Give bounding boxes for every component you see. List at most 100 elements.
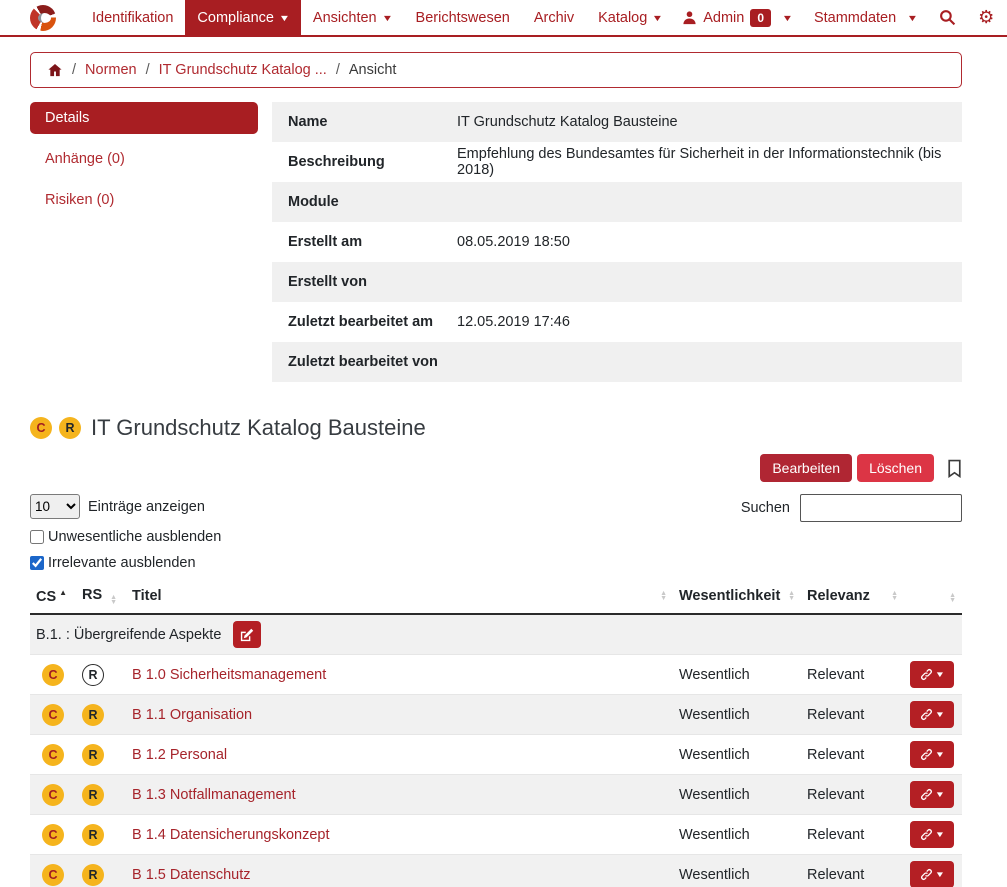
hide-unwesentliche-checkbox[interactable] [30,530,44,544]
link-icon [920,788,933,801]
hide-irrelevante-label[interactable]: Irrelevante ausblenden [48,555,196,571]
row-title-link[interactable]: B 1.2 Personal [132,747,227,763]
cs-badge: C [42,743,64,766]
nav-item-label: Katalog [598,9,648,26]
tab-risiken[interactable]: Risiken (0) [30,184,258,216]
nav-item-berichtswesen[interactable]: Berichtswesen [404,0,522,36]
row-title-link[interactable]: B 1.5 Datenschutz [132,867,251,883]
detail-label: Erstellt am [288,234,363,250]
rs-badge: R [82,823,104,846]
tab-details[interactable]: Details [30,102,258,134]
relevanz-value: Relevant [807,826,865,843]
breadcrumb-separator: / [72,62,77,78]
nav-item-label: Ansichten [312,9,377,26]
group-edit-button[interactable] [233,621,262,648]
link-action-button[interactable]: ▼ [910,781,954,808]
chevron-down-icon: ▼ [934,750,946,759]
search-label: Suchen [740,500,790,516]
table-row: C R B 1.5 Datenschutz Wesentlich Relevan… [30,854,962,887]
user-name: Admin [703,9,745,26]
detail-row-erstellt-von: Erstellt von [272,262,962,302]
nav-item-archiv[interactable]: Archiv [522,0,586,36]
row-title-link[interactable]: B 1.4 Datensicherungskonzept [132,827,330,843]
rs-badge: R [82,703,104,726]
link-action-button[interactable]: ▼ [910,741,954,768]
relevanz-value: Relevant [807,866,865,883]
column-header-label: RS [82,587,103,603]
breadcrumb-link-normen[interactable]: Normen [85,62,137,78]
edit-button[interactable]: Bearbeiten [760,454,853,482]
chevron-down-icon: ▼ [934,790,946,799]
nav-item-compliance[interactable]: Compliance ▼ [185,0,301,36]
nav-item-katalog[interactable]: Katalog ▼ [586,0,674,36]
column-header-label: Wesentlichkeit [679,588,781,604]
nav-item-stammdaten[interactable]: Stammdaten ▼ [806,10,925,26]
detail-row-erstellt-am: Erstellt am 08.05.2019 18:50 [272,222,962,262]
settings-menu[interactable]: ⚙ ▼ [970,7,1007,28]
detail-label: Module [288,194,339,210]
detail-row-bearbeitet-am: Zuletzt bearbeitet am 12.05.2019 17:46 [272,302,962,342]
wesentlichkeit-value: Wesentlich [679,786,750,803]
badge-letter: R [88,827,98,842]
row-title-link[interactable]: B 1.3 Notfallmanagement [132,787,296,803]
column-header-wesentlichkeit[interactable]: Wesentlichkeit ▲ ▼ [673,579,801,615]
breadcrumb-link-katalog[interactable]: IT Grundschutz Katalog ... [159,62,327,78]
table-row: C R B 1.1 Organisation Wesentlich Releva… [30,694,962,735]
search-input[interactable] [800,494,962,522]
home-icon[interactable] [47,63,63,78]
search-icon [939,9,956,26]
sort-icon: ▲ ▼ [788,590,795,602]
link-action-button[interactable]: ▼ [910,701,954,728]
badge-letter: C [48,827,58,842]
user-menu[interactable]: Admin 0 ▼ [674,8,800,27]
sort-icon: ▲ ▼ [949,591,956,604]
compliance-badge: C [30,417,52,439]
entries-label: Einträge anzeigen [88,498,205,515]
badge-letter: R [88,667,98,682]
chevron-down-icon: ▼ [906,12,919,23]
table-header-row: CS ▲ RS ▲ ▼ Titel ▲ ▼ Wesentlichkeit ▲ ▼ Releva… [30,579,962,615]
chevron-down-icon: ▼ [934,670,946,679]
wesentlichkeit-value: Wesentlich [679,866,750,883]
nav-item-identifikation[interactable]: Identifikation [80,0,185,36]
link-action-button[interactable]: ▼ [910,861,954,887]
column-header-actions[interactable]: ▲ ▼ [904,579,962,615]
wesentlichkeit-value: Wesentlich [679,826,750,843]
hide-irrelevante-checkbox[interactable] [30,556,44,570]
delete-button[interactable]: Löschen [857,454,934,482]
row-title-link[interactable]: B 1.0 Sicherheitsmanagement [132,667,326,683]
detail-value: 12.05.2019 17:46 [457,314,570,330]
hide-unwesentliche-label[interactable]: Unwesentliche ausblenden [48,529,221,545]
column-header-label: Titel [132,588,162,604]
link-icon [920,668,933,681]
detail-value: 08.05.2019 18:50 [457,234,570,250]
row-title-link[interactable]: B 1.1 Organisation [132,707,252,723]
column-header-cs[interactable]: CS ▲ [30,579,76,615]
nav-item-ansichten[interactable]: Ansichten ▼ [301,0,404,36]
table-row: C R B 1.4 Datensicherungskonzept Wesentl… [30,814,962,855]
cs-badge: C [42,663,64,686]
app-logo-icon[interactable] [30,4,56,31]
tab-label: Details [45,110,90,126]
chevron-down-icon: ▼ [381,12,393,23]
cs-badge: C [42,783,64,806]
column-header-relevanz[interactable]: Relevanz ▲ ▼ [801,579,904,615]
tab-anhaenge[interactable]: Anhänge (0) [30,143,258,175]
cs-badge: C [42,703,64,726]
column-header-rs[interactable]: RS ▲ ▼ [76,579,126,615]
nav-item-label: Stammdaten [813,9,897,26]
badge-letter: R [65,421,75,435]
nav-item-label: Identifikation [92,9,174,26]
column-header-titel[interactable]: Titel ▲ ▼ [126,579,673,615]
bookmark-icon[interactable] [947,459,962,478]
badge-letter: C [48,707,58,722]
page-size-select[interactable]: 10 [30,494,80,519]
detail-label: Name [288,114,328,130]
table-row: C R B 1.3 Notfallmanagement Wesentlich R… [30,774,962,815]
link-action-button[interactable]: ▼ [910,661,954,688]
relevanz-value: Relevant [807,786,865,803]
link-action-button[interactable]: ▼ [910,821,954,848]
cs-badge: C [42,863,64,886]
wesentlichkeit-value: Wesentlich [679,666,750,683]
search-button[interactable] [931,9,964,26]
